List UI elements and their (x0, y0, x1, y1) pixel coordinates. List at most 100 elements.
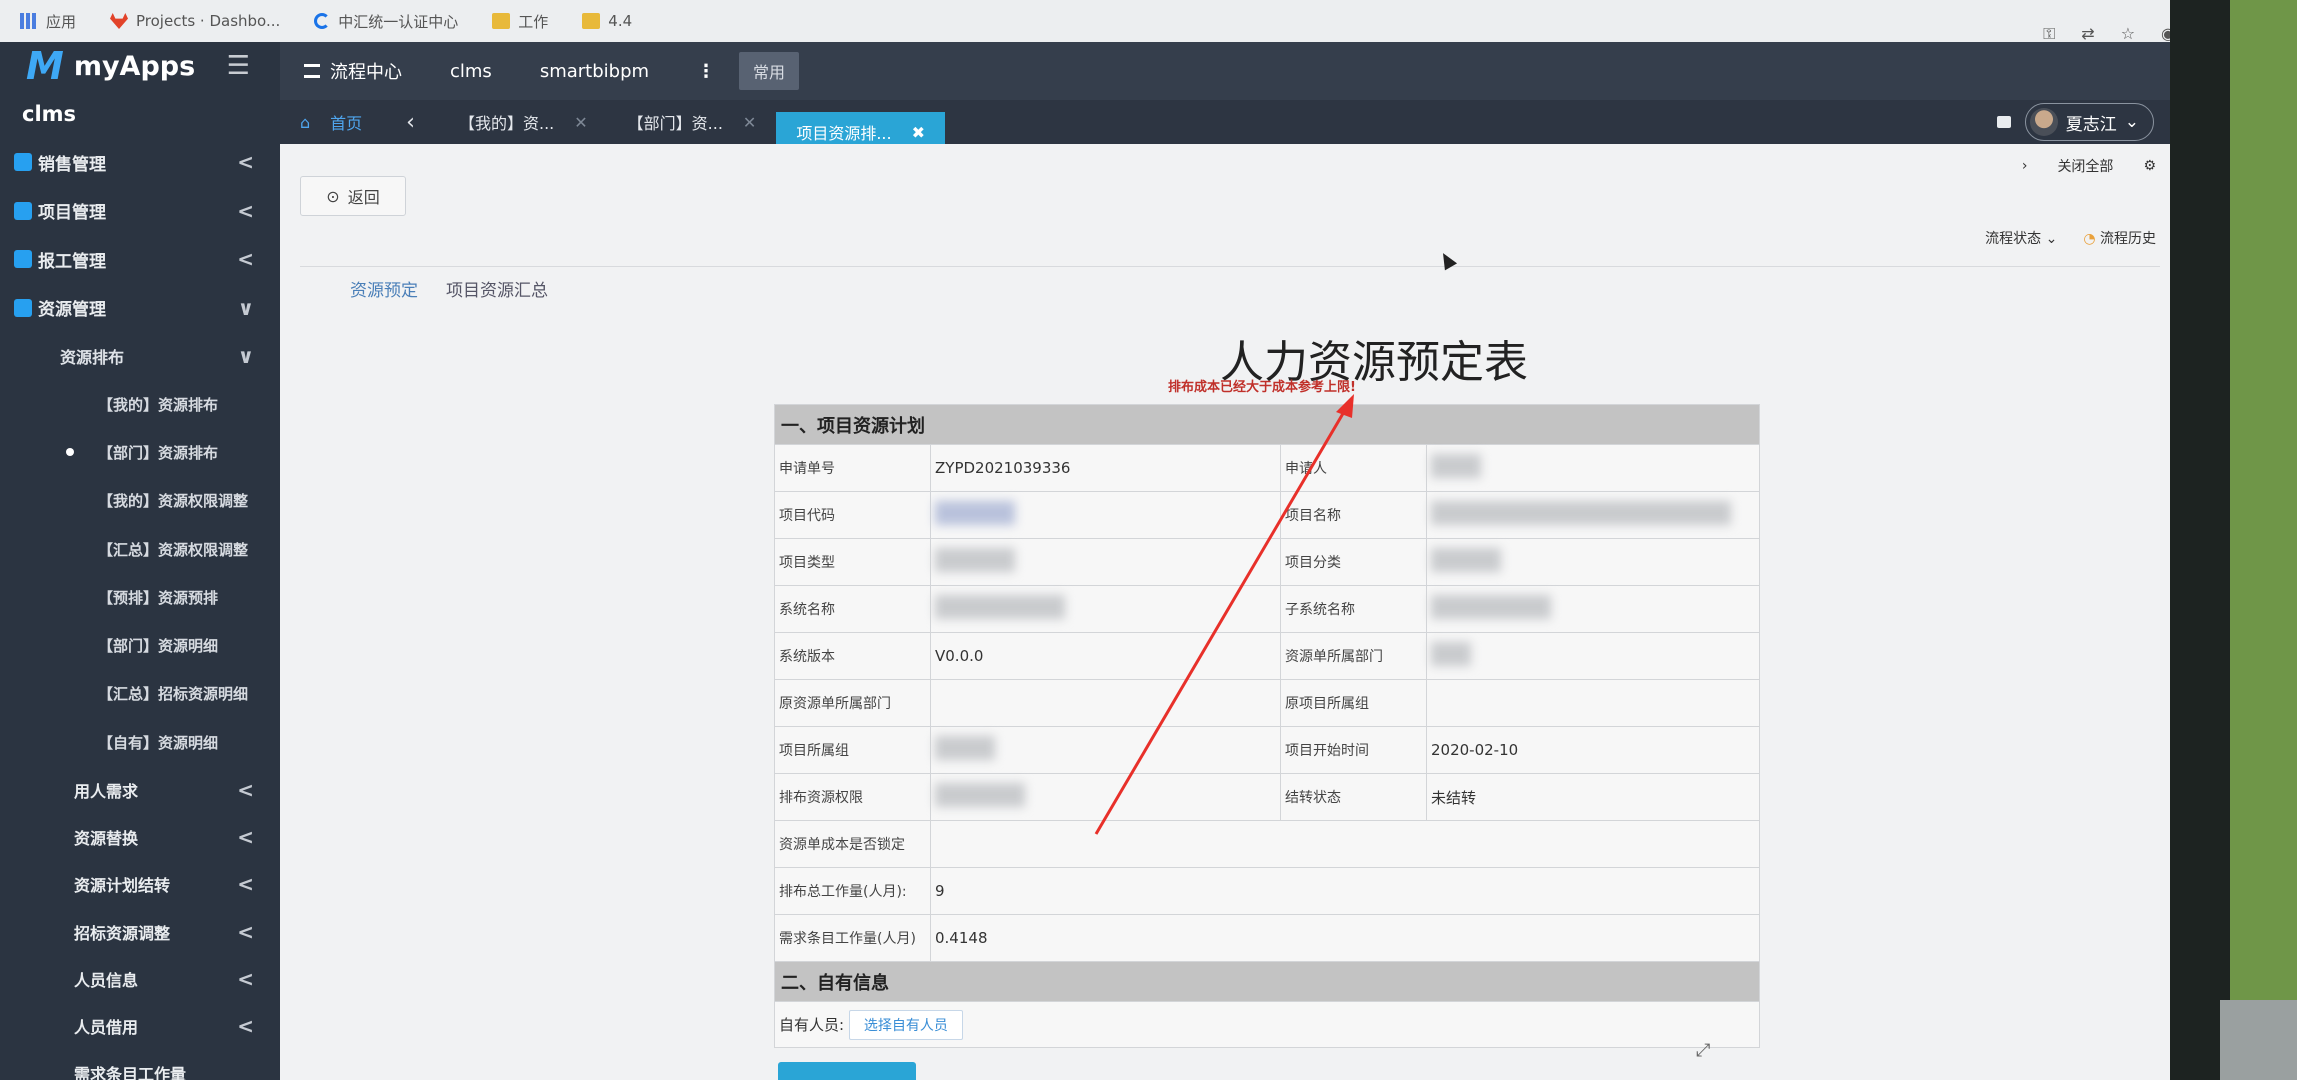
sidebar-item-req-workload[interactable]: 需求条目工作量 (0, 1050, 280, 1080)
sidebar-item-carryover[interactable]: 资源计划结转 < (0, 861, 280, 908)
flow-status-dropdown[interactable]: 流程状态 ⌄ (1985, 228, 2057, 248)
lock-icon[interactable] (1996, 116, 2011, 128)
bookmark-gitlab[interactable]: Projects · Dashbo... (110, 12, 280, 30)
redacted-value (935, 736, 995, 760)
tab-scroll-left-icon[interactable]: ‹ (382, 110, 439, 135)
user-area: 夏志江 ⌄ (1996, 103, 2170, 141)
label-req-workload: 需求条目工作量(人月) (774, 914, 931, 962)
label-applicant: 申请人 (1280, 444, 1427, 492)
chevron-left-icon: < (237, 777, 254, 802)
chevron-left-icon: < (237, 872, 254, 897)
sidebar-item-staff-borrow[interactable]: 人员借用 < (0, 1002, 280, 1049)
redacted-value (935, 501, 1015, 525)
tab-bar: ⌂ 首页 ‹ 【我的】资... ✕ 【部门】资... ✕ 项目资源排... ✖ 夏志江 … (280, 100, 2170, 152)
chevron-right-icon[interactable]: › (2022, 158, 2028, 174)
close-icon[interactable]: ✕ (743, 113, 756, 132)
flow-history-link[interactable]: ◔ 流程历史 (2083, 228, 2156, 248)
submenu-resource-arrange[interactable]: 资源排布 ∨ (0, 332, 280, 380)
logo: M (26, 44, 64, 88)
main-content: › 关闭全部 ⚙ ⊙ 返回 流程状态 ⌄ ◔ 流程历史 资源预定 项目资源汇总 人… (280, 144, 2170, 1080)
sidebar-item-pre-arrange[interactable]: 【预排】资源预排 (0, 573, 280, 621)
menu-project[interactable]: 项目管理 < (0, 187, 280, 236)
key-icon[interactable]: ⚿ (2043, 24, 2055, 44)
tab-resource-booking[interactable]: 资源预定 (350, 276, 418, 301)
sidebar-item-staff-demand[interactable]: 用人需求 < (0, 766, 280, 813)
more-icon[interactable]: ⋮ (673, 61, 739, 82)
google-icon (314, 13, 331, 29)
sidebar-item-dept-detail[interactable]: 【部门】资源明细 (0, 621, 280, 669)
sidebar-item-summary-permission[interactable]: 【汇总】资源权限调整 (0, 525, 280, 573)
tab-project-resource-summary[interactable]: 项目资源汇总 (446, 276, 548, 301)
top-nav: 流程中心 clms smartbibpm ⋮ 常用 (280, 42, 2170, 100)
bookmarks-bar: 应用 Projects · Dashbo... 中汇统一认证中心 工作 4.4 (0, 0, 2240, 42)
sidebar-item-my-arrange[interactable]: 【我的】资源排布 (0, 380, 280, 428)
brand-name: myApps (73, 50, 196, 82)
grid-icon (304, 64, 320, 78)
label-orig-project-group: 原项目所属组 (1280, 679, 1427, 727)
sidebar-item-bid-detail[interactable]: 【汇总】招标资源明细 (0, 670, 280, 718)
value-project-code (930, 491, 1281, 539)
hamburger-icon[interactable]: ☰ (227, 51, 250, 81)
value-carry-status: 未结转 (1426, 773, 1760, 821)
common-button[interactable]: 常用 (739, 52, 800, 90)
history-icon: ◔ (2083, 231, 2096, 247)
tab-my-resource[interactable]: 【我的】资... ✕ (439, 100, 608, 144)
avatar (2029, 108, 2058, 136)
menu-sales[interactable]: 销售管理 < (0, 138, 280, 187)
user-menu[interactable]: 夏志江 ⌄ (2024, 103, 2154, 141)
bookmark-4-4[interactable]: 4.4 (582, 12, 632, 30)
nav-process-center[interactable]: 流程中心 (280, 58, 426, 84)
menu-resource[interactable]: 资源管理 ∨ (0, 284, 280, 333)
nav-clms[interactable]: clms (426, 61, 516, 82)
value-system-version: V0.0.0 (930, 632, 1281, 680)
back-button[interactable]: ⊙ 返回 (300, 176, 406, 216)
section-project-plan: 一、项目资源计划 (774, 404, 1760, 445)
pick-own-staff-button[interactable]: 选择自有人员 (848, 1009, 963, 1040)
star-icon[interactable]: ☆ (2121, 24, 2135, 44)
gear-icon[interactable]: ⚙ (2143, 158, 2156, 174)
redacted-value (1431, 642, 1471, 666)
chevron-down-icon: ∨ (237, 295, 254, 320)
chevron-left-icon: < (237, 247, 254, 272)
menu-report[interactable]: 报工管理 < (0, 235, 280, 284)
module-icon (14, 250, 32, 269)
sidebar-item-my-permission[interactable]: 【我的】资源权限调整 (0, 477, 280, 525)
bookmark-work[interactable]: 工作 (492, 11, 548, 32)
sidebar-item-own-detail[interactable]: 【自有】资源明细 (0, 718, 280, 766)
label-system-version: 系统版本 (774, 632, 931, 680)
value-cost-locked (930, 820, 1760, 868)
tab-dept-resource[interactable]: 【部门】资... ✕ (608, 100, 777, 144)
sidebar-item-staff-info[interactable]: 人员信息 < (0, 955, 280, 1002)
nav-smartbibpm[interactable]: smartbibpm (516, 61, 673, 82)
close-icon[interactable]: ✕ (574, 113, 587, 132)
sidebar-item-bid-adjust[interactable]: 招标资源调整 < (0, 908, 280, 955)
value-orig-project-group (1426, 679, 1760, 727)
submit-button[interactable] (778, 1062, 916, 1080)
own-staff-row: 自有人员: 选择自有人员 (774, 1001, 1760, 1048)
expand-icon[interactable]: ⤢ (1696, 1040, 1720, 1064)
bookmark-auth-center[interactable]: 中汇统一认证中心 (314, 11, 458, 32)
close-icon[interactable]: ✖ (912, 123, 925, 142)
label-arrange-permission: 排布资源权限 (774, 773, 931, 821)
folder-icon (492, 13, 511, 29)
label-total-workload: 排布总工作量(人月): (774, 867, 931, 915)
tab-home[interactable]: ⌂ 首页 (280, 100, 382, 144)
chevron-left-icon: < (237, 919, 254, 944)
bookmark-apps[interactable]: 应用 (20, 11, 76, 32)
value-project-start: 2020-02-10 (1426, 726, 1760, 774)
chevron-left-icon: < (237, 150, 254, 175)
translate-icon[interactable]: ⇄ (2081, 24, 2094, 44)
value-project-category (1426, 538, 1760, 586)
chevron-down-icon: ∨ (237, 344, 254, 368)
sidebar-item-dept-arrange[interactable]: 【部门】资源排布 (0, 428, 280, 476)
sidebar-item-replace[interactable]: 资源替换 < (0, 814, 280, 861)
redacted-value (935, 595, 1065, 619)
label-project-category: 项目分类 (1280, 538, 1427, 586)
home-icon: ⌂ (300, 112, 311, 132)
back-icon: ⊙ (326, 186, 340, 206)
flow-links: 流程状态 ⌄ ◔ 流程历史 (1985, 228, 2156, 248)
own-staff-label: 自有人员: (779, 1015, 845, 1034)
close-all-button[interactable]: 关闭全部 (2057, 156, 2113, 176)
chevron-left-icon: < (237, 1013, 254, 1038)
value-project-name (1426, 491, 1760, 539)
